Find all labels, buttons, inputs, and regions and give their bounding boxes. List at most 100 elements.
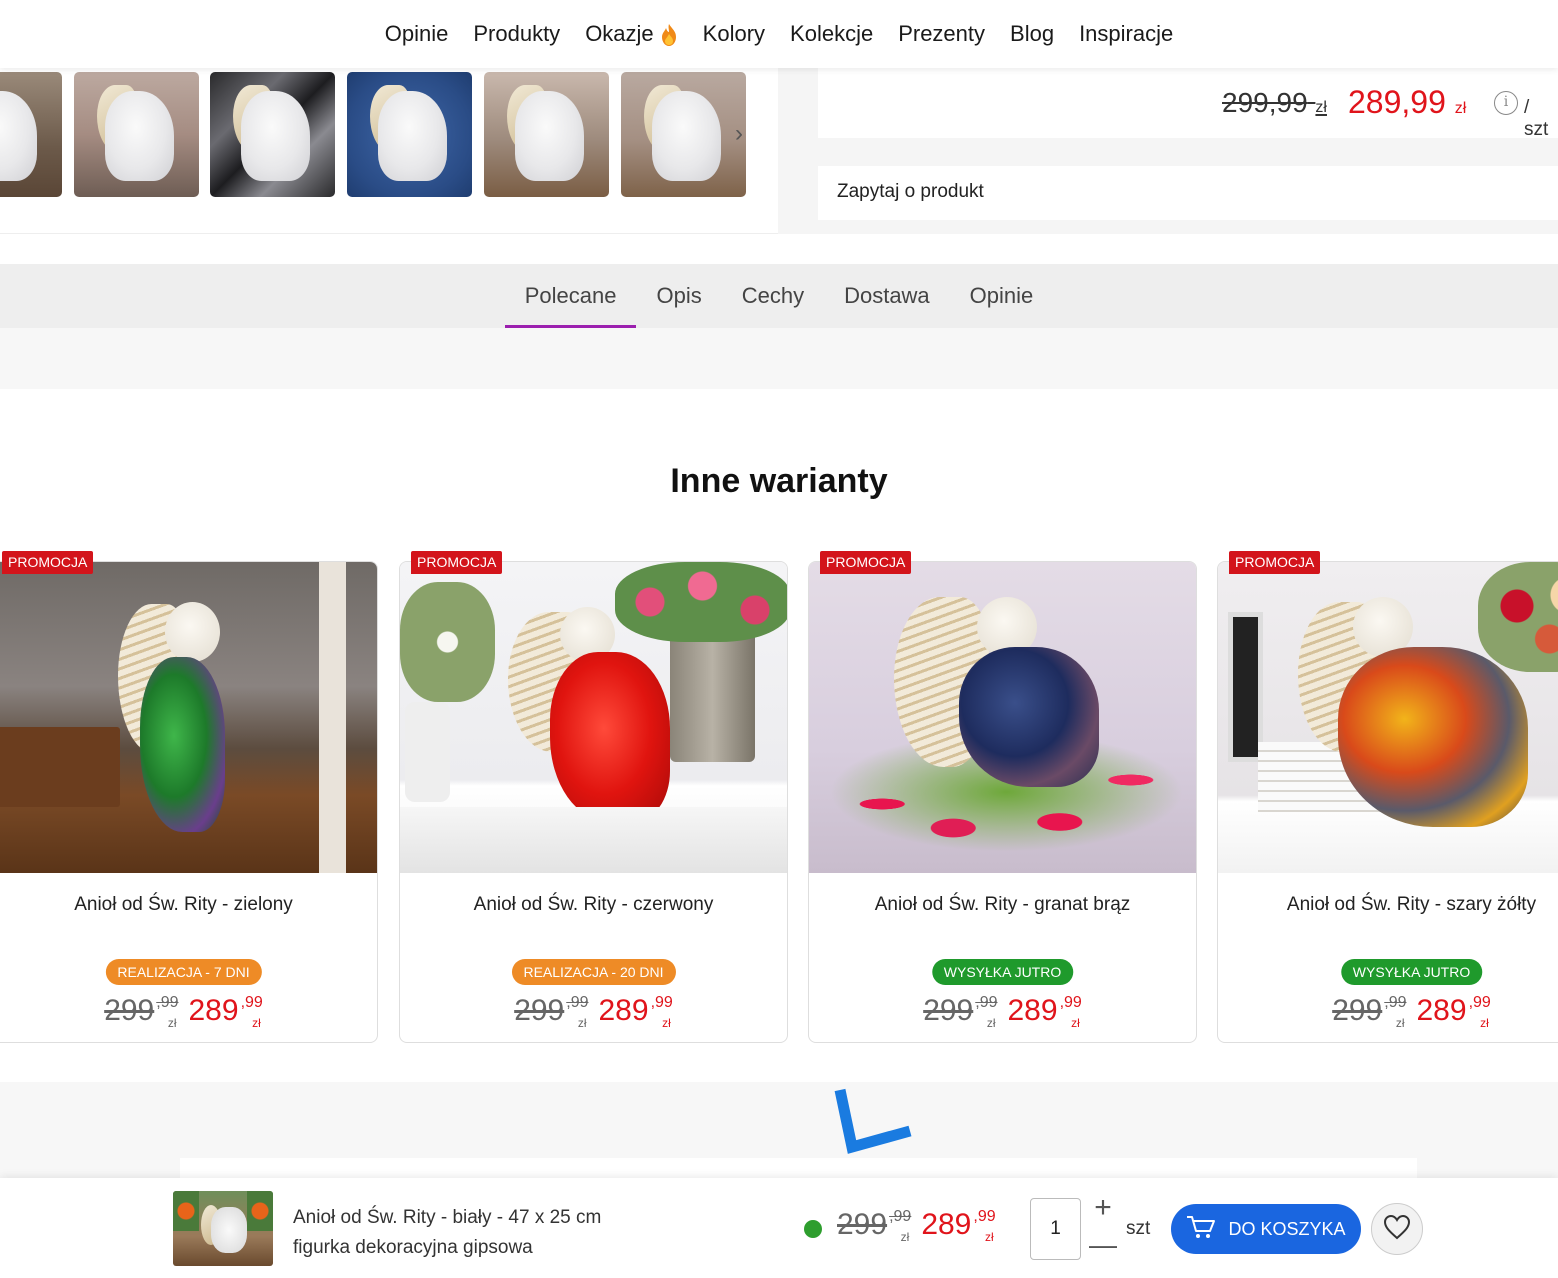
quantity-decrease-button[interactable]: — xyxy=(1089,1230,1117,1262)
current-price-cents: ,99 xyxy=(1468,994,1491,1011)
old-price-main: 299 xyxy=(514,994,565,1027)
old-price: 299,99 zł xyxy=(1222,87,1327,119)
info-icon[interactable]: i xyxy=(1494,91,1518,115)
current-price-cents: ,99 xyxy=(1059,994,1082,1011)
nav-item-kolekcje[interactable]: Kolekcje xyxy=(778,21,886,47)
old-price: 299,99 zł xyxy=(837,1208,912,1244)
old-price-cents: ,99 xyxy=(1384,994,1407,1011)
current-price: 289,99 zł xyxy=(1416,994,1491,1030)
product-thumbnail[interactable] xyxy=(173,1191,273,1266)
quantity-unit: szt xyxy=(1126,1218,1151,1239)
old-price: 299,99 zł xyxy=(923,994,998,1030)
gallery-thumbnail[interactable] xyxy=(484,72,609,197)
old-price-value: 299,99 xyxy=(1222,87,1308,118)
product-image[interactable] xyxy=(0,562,377,873)
product-image[interactable] xyxy=(400,562,787,873)
current-price-currency: zł xyxy=(662,1016,671,1030)
old-price: 299,99 zł xyxy=(1332,994,1407,1030)
old-price: 299,99 zł xyxy=(104,994,179,1030)
variant-card[interactable]: Anioł od Św. Rity - czerwony REALIZACJA … xyxy=(399,561,788,1043)
old-price-main: 299 xyxy=(1332,994,1383,1027)
variant-card[interactable]: Anioł od Św. Rity - granat brąz WYSYŁKA … xyxy=(808,561,1197,1043)
price-row: 299,99 zł 289,99 zł xyxy=(809,994,1196,1030)
product-name-line: Anioł od Św. Rity - biały - 47 x 25 cm xyxy=(293,1207,602,1228)
old-price-currency: zł xyxy=(167,1016,177,1030)
price-row: 299,99 zł 289,99 zł xyxy=(400,994,787,1030)
status-badge: REALIZACJA - 7 DNI xyxy=(105,959,262,985)
product-image[interactable] xyxy=(1218,562,1558,873)
gallery-thumbnail[interactable] xyxy=(621,72,746,197)
fire-icon xyxy=(658,23,678,46)
product-name[interactable]: Anioł od Św. Rity - granat brąz xyxy=(809,894,1196,916)
product-name[interactable]: Anioł od Św. Rity - zielony xyxy=(0,894,377,916)
add-to-cart-label: DO KOSZYKA xyxy=(1228,1218,1346,1239)
current-price-main: 289 xyxy=(1007,994,1058,1027)
old-price-main: 299 xyxy=(837,1208,888,1241)
nav-item-okazje-label: Okazje xyxy=(585,21,654,46)
current-price-main: 289 xyxy=(188,994,239,1027)
gallery-thumbnail[interactable] xyxy=(0,72,62,197)
promo-badge: PROMOCJA xyxy=(820,551,912,574)
gallery-thumbnail[interactable] xyxy=(74,72,199,197)
status-badge: WYSYŁKA JUTRO xyxy=(1340,959,1483,985)
current-price-currency: zł xyxy=(984,1230,994,1244)
current-price-currency: zł xyxy=(1071,1016,1080,1030)
current-price-currency: zł xyxy=(1480,1016,1489,1030)
tab-polecane[interactable]: Polecane xyxy=(504,264,637,328)
old-price-cents: ,99 xyxy=(889,1208,912,1225)
ask-about-product-label: Zapytaj o produkt xyxy=(837,181,984,202)
variant-card[interactable]: Anioł od Św. Rity - szary żółty WYSYŁKA … xyxy=(1217,561,1558,1043)
product-name-line: figurka dekoracyjna gipsowa xyxy=(293,1237,533,1258)
availability-dot xyxy=(804,1220,822,1238)
price-row: 299,99 zł 289,99 zł xyxy=(0,994,377,1030)
old-price-cents: ,99 xyxy=(156,994,179,1011)
chevron-right-icon[interactable]: › xyxy=(735,120,755,148)
variant-card[interactable]: Anioł od Św. Rity - zielony REALIZACJA -… xyxy=(0,561,378,1043)
sticky-product-name: Anioł od Św. Rity - biały - 47 x 25 cm f… xyxy=(293,1203,713,1263)
tab-opinie[interactable]: Opinie xyxy=(950,264,1054,328)
product-image[interactable] xyxy=(809,562,1196,873)
arrow-down-left-icon xyxy=(830,1085,916,1169)
product-name[interactable]: Anioł od Św. Rity - szary żółty xyxy=(1218,894,1558,916)
nav-item-kolory[interactable]: Kolory xyxy=(690,21,777,47)
add-to-cart-button[interactable]: DO KOSZYKA xyxy=(1171,1204,1361,1254)
quantity-input[interactable]: 1 xyxy=(1030,1198,1081,1260)
old-price-main: 299 xyxy=(923,994,974,1027)
wishlist-button[interactable] xyxy=(1371,1203,1423,1255)
promo-badge: PROMOCJA xyxy=(2,551,94,574)
old-price-cents: ,99 xyxy=(975,994,998,1011)
quantity-increase-button[interactable]: + xyxy=(1089,1193,1117,1225)
nav-item-produkty[interactable]: Produkty xyxy=(461,21,573,47)
price-row: 299,99 zł 289,99 zł xyxy=(1218,994,1558,1030)
nav-item-inspiracje[interactable]: Inspiracje xyxy=(1067,21,1186,47)
tab-cechy[interactable]: Cechy xyxy=(722,264,824,328)
current-price-main: 289 xyxy=(921,1208,972,1241)
current-price-cents: ,99 xyxy=(240,994,263,1011)
nav-item-opinie[interactable]: Opinie xyxy=(372,21,461,47)
ask-about-product[interactable]: Zapytaj o produkt xyxy=(818,166,1558,220)
old-price-main: 299 xyxy=(104,994,155,1027)
current-price: 289,99 zł xyxy=(188,994,263,1030)
current-price: 289,99 zł xyxy=(598,994,673,1030)
status-badge: WYSYŁKA JUTRO xyxy=(931,959,1074,985)
current-price-main: 289 xyxy=(598,994,649,1027)
nav-item-blog[interactable]: Blog xyxy=(998,21,1067,47)
gallery-thumbnail[interactable] xyxy=(210,72,335,197)
product-name[interactable]: Anioł od Św. Rity - czerwony xyxy=(400,894,787,916)
heart-icon xyxy=(1383,1214,1411,1245)
current-price: 289,99 zł xyxy=(921,1208,995,1244)
gallery-thumbnail[interactable] xyxy=(347,72,472,197)
nav-item-okazje[interactable]: Okazje xyxy=(573,21,690,47)
current-price-cents: ,99 xyxy=(650,994,673,1011)
status-badge: REALIZACJA - 20 DNI xyxy=(511,959,676,985)
current-price: 289,99 zł xyxy=(1348,84,1466,121)
promo-badge: PROMOCJA xyxy=(411,551,503,574)
promo-badge: PROMOCJA xyxy=(1229,551,1321,574)
current-price-value: 289,99 xyxy=(1348,84,1446,120)
nav-item-prezenty[interactable]: Prezenty xyxy=(886,21,998,47)
old-price-currency: zł xyxy=(577,1016,587,1030)
old-price: 299,99 zł xyxy=(514,994,588,1030)
current-price-main: 289 xyxy=(1416,994,1467,1027)
tab-opis[interactable]: Opis xyxy=(636,264,721,328)
tab-dostawa[interactable]: Dostawa xyxy=(824,264,950,328)
